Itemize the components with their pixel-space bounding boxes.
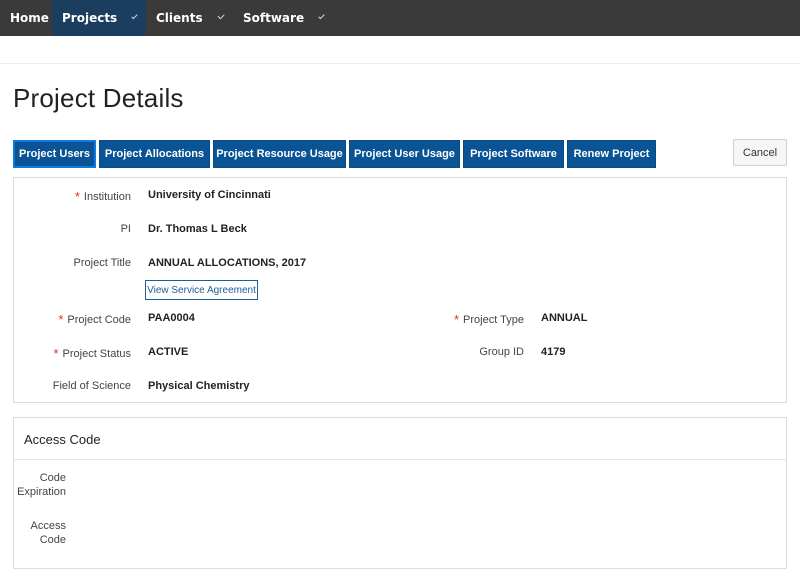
header-divider: [0, 63, 800, 64]
project-title-label: Project Title: [73, 257, 131, 269]
project-type-label-text: Project Type: [463, 314, 524, 326]
field-of-science-value: Physical Chemistry: [148, 380, 250, 392]
project-type-value: ANNUAL: [541, 312, 588, 324]
group-id-value: 4179: [541, 346, 566, 358]
pi-value: Dr. Thomas L Beck: [148, 223, 247, 235]
top-nav: Home Projects Clients Software: [0, 0, 800, 36]
nav-home-label: Home: [10, 11, 49, 25]
chevron-down-icon: [131, 12, 138, 20]
project-code-label-text: Project Code: [67, 314, 131, 326]
tab-renew-project[interactable]: Renew Project: [567, 140, 656, 168]
project-code-label: * Project Code: [30, 311, 131, 327]
cancel-button[interactable]: Cancel: [733, 139, 787, 166]
access-code-label-line1: Access: [30, 520, 66, 532]
nav-projects[interactable]: Projects: [52, 0, 146, 36]
required-marker: *: [74, 189, 80, 204]
pi-label: PI: [120, 223, 131, 235]
required-marker: *: [53, 346, 59, 361]
tab-project-users[interactable]: Project Users: [13, 140, 96, 168]
project-code-value: PAA0004: [148, 312, 195, 324]
code-expiration-label-line2: Expiration: [17, 486, 66, 498]
nav-software-label: Software: [243, 11, 305, 25]
tab-project-allocations[interactable]: Project Allocations: [99, 140, 210, 168]
page-title: Project Details: [13, 83, 184, 113]
nav-software[interactable]: Software: [233, 0, 333, 36]
required-marker: *: [58, 312, 64, 327]
field-of-science-label: Field of Science: [52, 380, 131, 392]
project-status-label: * Project Status: [30, 345, 131, 361]
chevron-down-icon: [217, 12, 225, 20]
tab-project-resource-usage[interactable]: Project Resource Usage: [213, 140, 346, 168]
access-code-label: Access Code: [14, 519, 66, 547]
tab-project-user-usage[interactable]: Project User Usage: [349, 140, 460, 168]
view-service-agreement-button[interactable]: View Service Agreement: [145, 280, 258, 300]
required-marker: *: [453, 312, 460, 327]
access-code-title: Access Code: [24, 432, 101, 447]
project-details-panel: [13, 177, 787, 403]
institution-label-text: Institution: [83, 191, 131, 203]
project-status-label-text: Project Status: [62, 348, 131, 360]
tab-project-software[interactable]: Project Software: [463, 140, 564, 168]
institution-value: University of Cincinnati: [148, 189, 271, 201]
chevron-down-icon: [318, 12, 325, 20]
project-status-value: ACTIVE: [148, 346, 189, 358]
institution-label: * Institution: [30, 188, 131, 204]
access-code-header: Access Code: [14, 418, 786, 460]
project-type-label: * Project Type: [420, 311, 524, 327]
nav-home[interactable]: Home: [0, 0, 52, 36]
group-id-label: Group ID: [479, 346, 524, 358]
project-title-value: ANNUAL ALLOCATIONS, 2017: [148, 257, 307, 269]
nav-clients-label: Clients: [156, 11, 203, 25]
code-expiration-label: Code Expiration: [14, 471, 66, 499]
access-code-label-line2: Code: [39, 534, 66, 546]
nav-projects-label: Projects: [62, 11, 118, 25]
nav-clients[interactable]: Clients: [146, 0, 233, 36]
access-code-panel: Access Code: [13, 417, 787, 569]
code-expiration-label-line1: Code: [39, 472, 66, 484]
